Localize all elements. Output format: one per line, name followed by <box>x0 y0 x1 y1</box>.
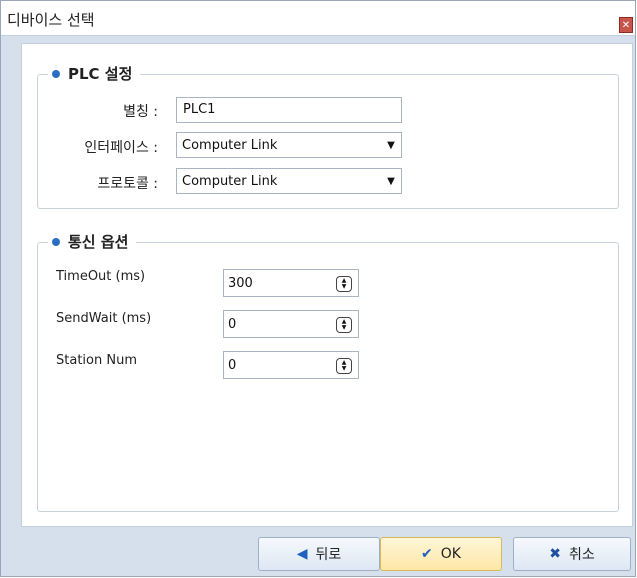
device-select-dialog: 디바이스 선택 ✕ PLC 설정 별칭 : PLC1 인터페이스 : Compu… <box>0 0 636 577</box>
close-button[interactable]: ✕ <box>619 17 633 33</box>
plc-group-title: PLC 설정 <box>68 65 133 83</box>
sendwait-spinner[interactable]: 0 ▲ ▼ <box>223 310 359 338</box>
interface-label: 인터페이스 : <box>84 140 158 156</box>
comm-group-title: 통신 옵션 <box>68 233 129 251</box>
arrow-left-icon: ◀ <box>296 546 308 562</box>
timeout-value: 300 <box>228 276 253 291</box>
bullet-icon <box>52 237 60 246</box>
spinner-updown-icon[interactable]: ▲ ▼ <box>336 358 352 374</box>
back-label: 뒤로 <box>315 547 342 563</box>
cancel-button[interactable]: ✖ 취소 <box>513 537 631 571</box>
window-title: 디바이스 선택 <box>7 11 95 29</box>
timeout-label: TimeOut (ms) <box>56 269 146 284</box>
spinner-updown-icon[interactable]: ▲ ▼ <box>336 317 352 333</box>
spinner-updown-icon[interactable]: ▲ ▼ <box>336 276 352 292</box>
plc-settings-group: PLC 설정 별칭 : PLC1 인터페이스 : Computer Link ▼… <box>37 63 619 209</box>
ok-label: OK <box>440 546 461 562</box>
protocol-select[interactable]: Computer Link ▼ <box>176 168 402 194</box>
plc-group-header: PLC 설정 <box>48 63 141 84</box>
close-icon: ✕ <box>621 20 631 31</box>
bullet-icon <box>52 69 60 78</box>
protocol-value: Computer Link <box>182 174 278 189</box>
protocol-label: 프로토콜 : <box>97 176 158 192</box>
alias-input[interactable]: PLC1 <box>176 97 402 123</box>
title-bar: 디바이스 선택 ✕ <box>1 1 635 36</box>
comm-options-group: 통신 옵션 TimeOut (ms) 300 ▲ ▼ SendWait (ms) … <box>37 231 619 512</box>
checkmark-icon: ✔ <box>421 546 433 562</box>
close-x-icon: ✖ <box>549 546 561 562</box>
ok-button[interactable]: ✔ OK <box>380 537 502 571</box>
timeout-spinner[interactable]: 300 ▲ ▼ <box>223 269 359 297</box>
sendwait-value: 0 <box>228 317 237 332</box>
dropdown-arrow-icon[interactable]: ▼ <box>381 169 401 193</box>
station-spinner[interactable]: 0 ▲ ▼ <box>223 351 359 379</box>
interface-select[interactable]: Computer Link ▼ <box>176 132 402 158</box>
dialog-footer: ◀ 뒤로 ✔ OK ✖ 취소 <box>1 531 635 578</box>
back-button[interactable]: ◀ 뒤로 <box>258 537 380 571</box>
comm-group-header: 통신 옵션 <box>48 231 137 252</box>
alias-value: PLC1 <box>183 102 216 117</box>
dialog-body: PLC 설정 별칭 : PLC1 인터페이스 : Computer Link ▼… <box>21 43 633 527</box>
interface-value: Computer Link <box>182 138 278 153</box>
dropdown-arrow-icon[interactable]: ▼ <box>381 133 401 157</box>
station-value: 0 <box>228 358 237 373</box>
cancel-label: 취소 <box>568 547 595 563</box>
station-label: Station Num <box>56 353 137 368</box>
sendwait-label: SendWait (ms) <box>56 311 152 326</box>
alias-label: 별칭 : <box>123 104 158 120</box>
